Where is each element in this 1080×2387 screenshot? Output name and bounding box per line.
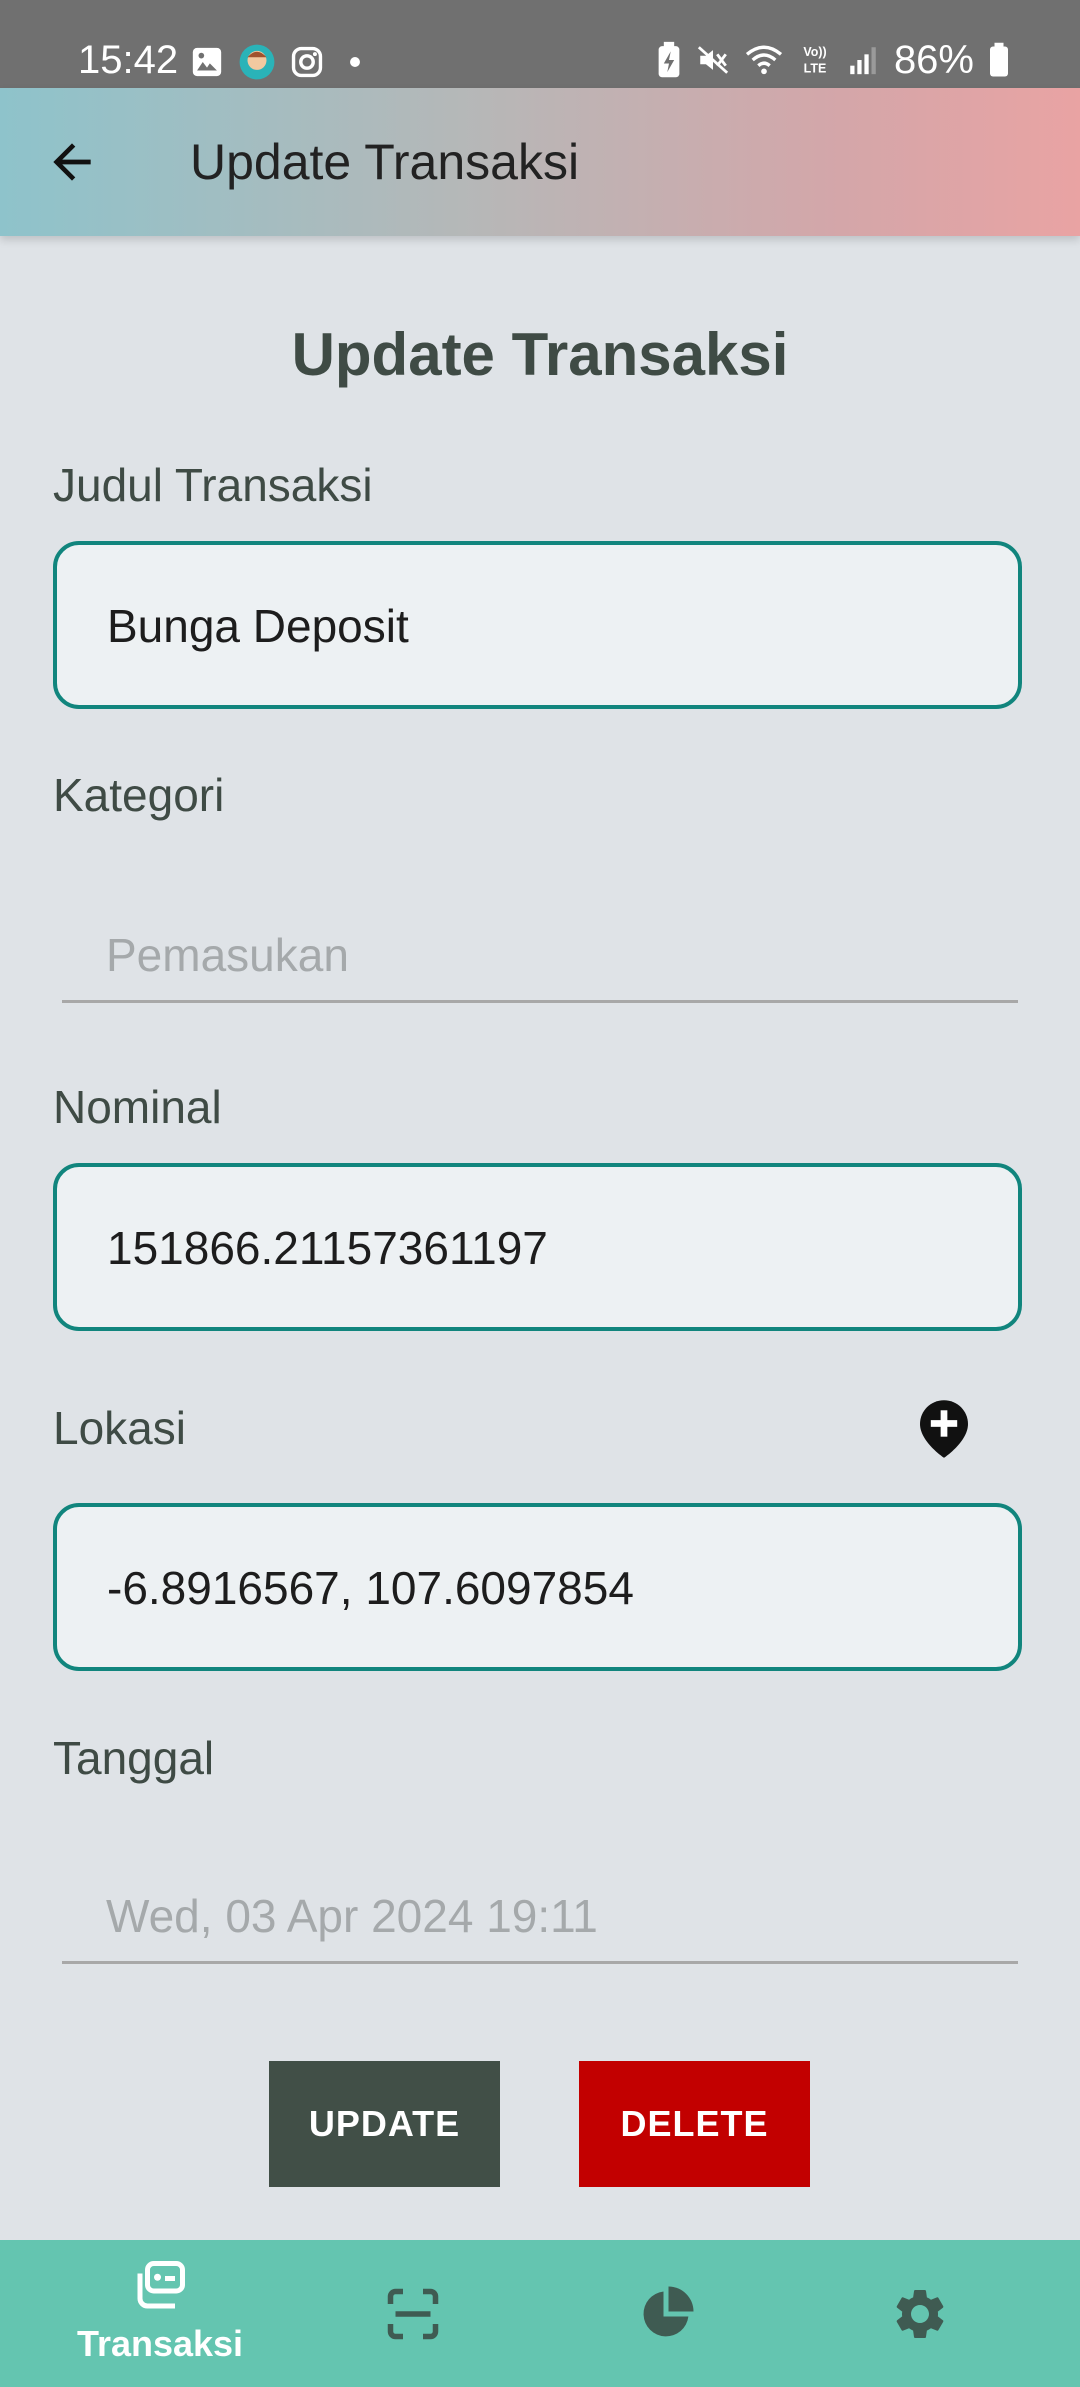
nav-label-transaksi: Transaksi — [76, 2323, 244, 2364]
gallery-icon — [192, 47, 222, 77]
bottom-navigation: Transaksi — [0, 2240, 1080, 2387]
battery-icon — [990, 42, 1008, 77]
tanggal-picker[interactable]: Wed, 03 Apr 2024 19:11 — [62, 1861, 1018, 1964]
arrow-back-icon[interactable] — [44, 134, 100, 190]
svg-text:LTE: LTE — [804, 61, 827, 75]
instagram-icon — [291, 46, 323, 78]
judul-transaksi-field[interactable]: Bunga Deposit — [53, 541, 1022, 709]
add-location-icon[interactable] — [920, 1400, 968, 1458]
signal-icon — [850, 47, 876, 75]
nominal-label: Nominal — [53, 1081, 222, 1133]
volte-icon: Vo)) LTE — [803, 45, 827, 76]
tanggal-label: Tanggal — [53, 1732, 215, 1784]
app-avatar-icon — [239, 44, 275, 80]
delete-button[interactable]: DELETE — [579, 2061, 810, 2187]
nav-item-scan[interactable] — [333, 2240, 493, 2387]
lokasi-label: Lokasi — [53, 1402, 186, 1454]
status-icons-left — [190, 42, 372, 82]
app-bar: Update Transaksi — [0, 88, 1080, 236]
battery-saver-icon — [658, 41, 680, 78]
nav-item-statistik[interactable] — [586, 2240, 746, 2387]
judul-transaksi-value: Bunga Deposit — [107, 600, 409, 652]
status-icons-right: Vo)) LTE 86% — [656, 38, 1010, 82]
scan-icon — [387, 2288, 439, 2340]
tanggal-value: Wed, 03 Apr 2024 19:11 — [106, 1890, 598, 1942]
status-bar: 15:42 Vo)) LTE 86% — [0, 0, 1080, 88]
app-bar-title: Update Transaksi — [190, 134, 580, 190]
mute-icon — [697, 46, 729, 74]
svg-text:Vo)): Vo)) — [803, 45, 826, 59]
pie-chart-icon — [643, 2286, 694, 2337]
nominal-field[interactable]: 151866.21157361197 — [53, 1163, 1022, 1331]
nav-item-settings[interactable] — [840, 2240, 1000, 2387]
kategori-label: Kategori — [53, 769, 225, 821]
wifi-icon — [745, 45, 783, 75]
kategori-value: Pemasukan — [106, 929, 349, 981]
judul-transaksi-label: Judul Transaksi — [53, 459, 373, 511]
settings-gear-icon — [896, 2290, 944, 2338]
page-heading: Update Transaksi — [291, 321, 789, 388]
status-time: 15:42 — [78, 38, 179, 82]
nominal-value: 151866.21157361197 — [107, 1222, 548, 1274]
lokasi-value: -6.8916567, 107.6097854 — [107, 1562, 634, 1614]
kategori-dropdown[interactable]: Pemasukan — [62, 900, 1018, 1003]
dot-icon — [350, 57, 360, 67]
nav-item-transaksi[interactable]: Transaksi — [76, 2240, 244, 2387]
transactions-icon — [137, 2261, 185, 2309]
battery-percentage: 86% — [893, 38, 974, 82]
lokasi-field[interactable]: -6.8916567, 107.6097854 — [53, 1503, 1022, 1671]
update-button[interactable]: UPDATE — [269, 2061, 500, 2187]
